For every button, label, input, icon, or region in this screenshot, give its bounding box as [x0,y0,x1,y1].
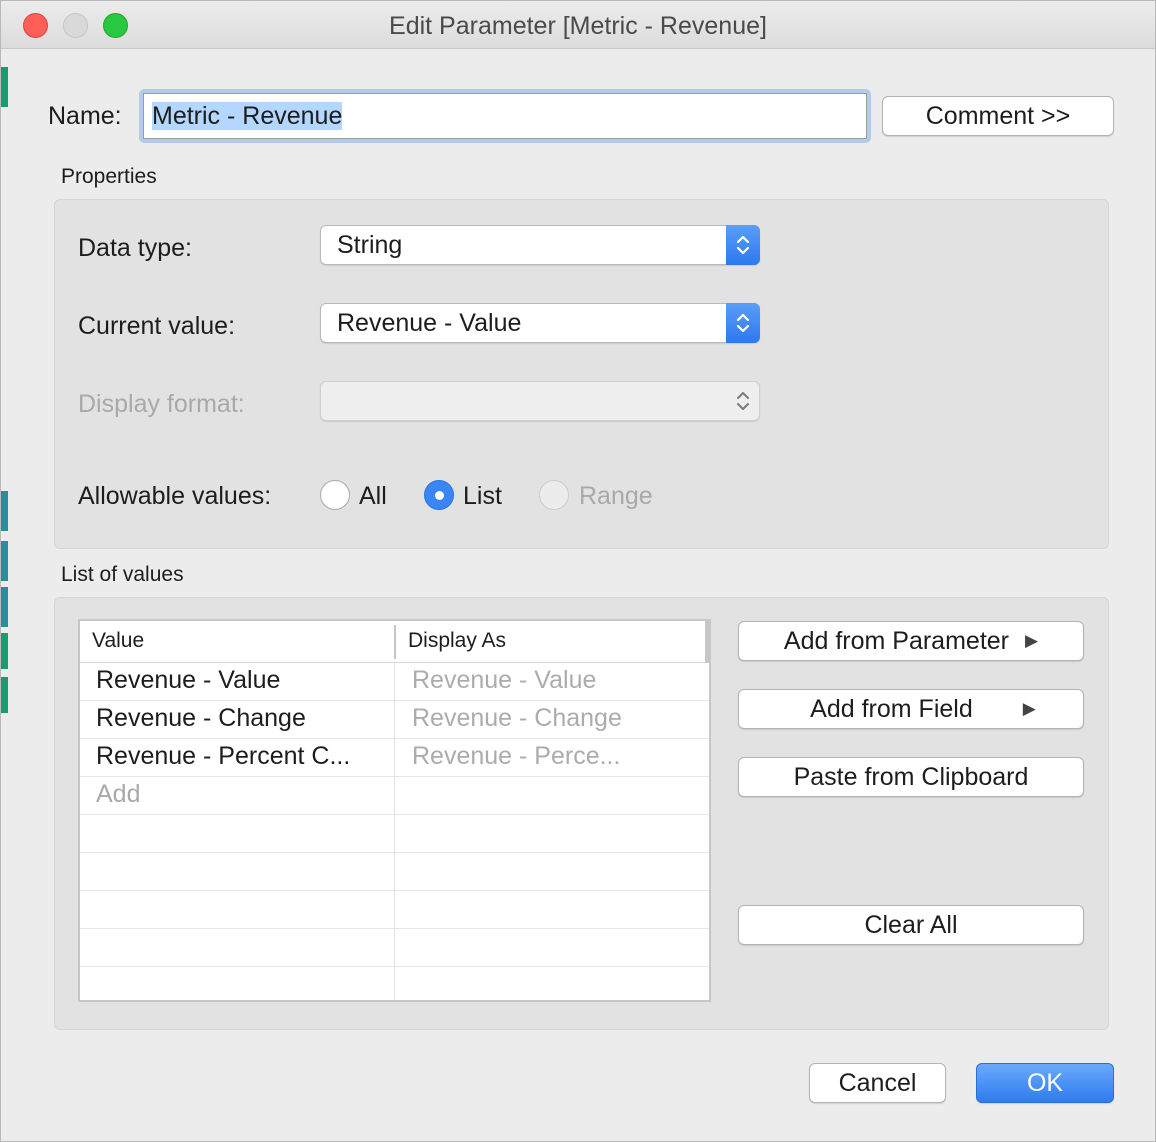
table-row-empty [80,891,709,929]
background-app-fragment [1,633,8,669]
background-app-fragment [1,677,8,713]
data-type-select[interactable]: String [320,225,760,265]
name-field-focus-ring: Metric - Revenue [139,89,871,143]
list-of-values-section-label: List of values [61,563,184,586]
name-field-value: Metric - Revenue [152,102,343,130]
triangle-right-icon: ▶ [1025,631,1039,650]
table-row-empty [80,929,709,967]
column-header-value[interactable]: Value [92,629,144,653]
add-from-field-label: Add from Field [810,694,973,723]
name-label: Name: [48,102,122,130]
background-app-fragment [1,587,8,627]
current-value-select[interactable]: Revenue - Value [320,303,760,343]
column-header-display-as[interactable]: Display As [408,629,506,653]
data-type-label: Data type: [78,234,192,262]
add-from-field-button[interactable]: Add from Field ▶ [738,689,1084,729]
window-title: Edit Parameter [Metric - Revenue] [389,12,767,40]
row-display-as[interactable]: Revenue - Perce... [412,742,620,771]
paste-from-clipboard-button[interactable]: Paste from Clipboard [738,757,1084,797]
table-row[interactable]: Revenue - Percent C... Revenue - Perce..… [80,739,709,777]
table-row[interactable]: Revenue - Change Revenue - Change [80,701,709,739]
triangle-right-icon: ▶ [1022,699,1036,718]
row-display-as[interactable]: Revenue - Change [412,704,622,733]
table-row-empty [80,815,709,853]
current-value-value: Revenue - Value [337,309,522,337]
allowable-all-label[interactable]: All [359,482,387,511]
table-header: Value Display As [80,621,709,663]
title-bar: Edit Parameter [Metric - Revenue] [1,1,1155,49]
data-type-value: String [337,231,403,259]
display-format-select [320,381,760,421]
ok-button[interactable]: OK [976,1063,1114,1103]
cancel-button[interactable]: Cancel [809,1063,946,1103]
row-display-as[interactable]: Revenue - Value [412,666,596,695]
comment-button[interactable]: Comment >> [882,96,1114,136]
table-row-empty [80,853,709,891]
display-format-label: Display format: [78,390,245,418]
list-of-values-table[interactable]: Value Display As Revenue - Value Revenue… [78,619,711,1002]
background-app-fragment [1,541,8,581]
name-field[interactable]: Metric - Revenue [143,93,867,139]
allowable-range-label: Range [579,482,653,510]
chevron-up-down-icon [726,225,760,265]
add-row-placeholder[interactable]: Add [96,780,140,809]
header-divider [394,625,396,659]
properties-section-label: Properties [61,165,157,188]
clear-all-button[interactable]: Clear All [738,905,1084,945]
row-value[interactable]: Revenue - Value [96,666,280,695]
add-from-parameter-label: Add from Parameter [783,626,1009,655]
allowable-values-label: Allowable values: [78,482,272,510]
current-value-label: Current value: [78,312,236,340]
chevron-up-down-icon [726,381,760,421]
background-app-fragment [1,67,8,107]
table-row-add[interactable]: Add [80,777,709,815]
add-from-parameter-button[interactable]: Add from Parameter ▶ [738,621,1084,661]
header-edge [705,621,709,663]
allowable-list-radio[interactable] [424,480,454,510]
table-row[interactable]: Revenue - Value Revenue - Value [80,663,709,701]
allowable-list-label[interactable]: List [463,482,502,511]
row-value[interactable]: Revenue - Change [96,704,306,733]
edit-parameter-dialog: Edit Parameter [Metric - Revenue] Name: … [0,0,1156,1142]
row-value[interactable]: Revenue - Percent C... [96,742,350,771]
chevron-up-down-icon [726,303,760,343]
allowable-range-radio [539,480,569,510]
allowable-all-radio[interactable] [320,480,350,510]
background-app-fragment [1,491,8,531]
